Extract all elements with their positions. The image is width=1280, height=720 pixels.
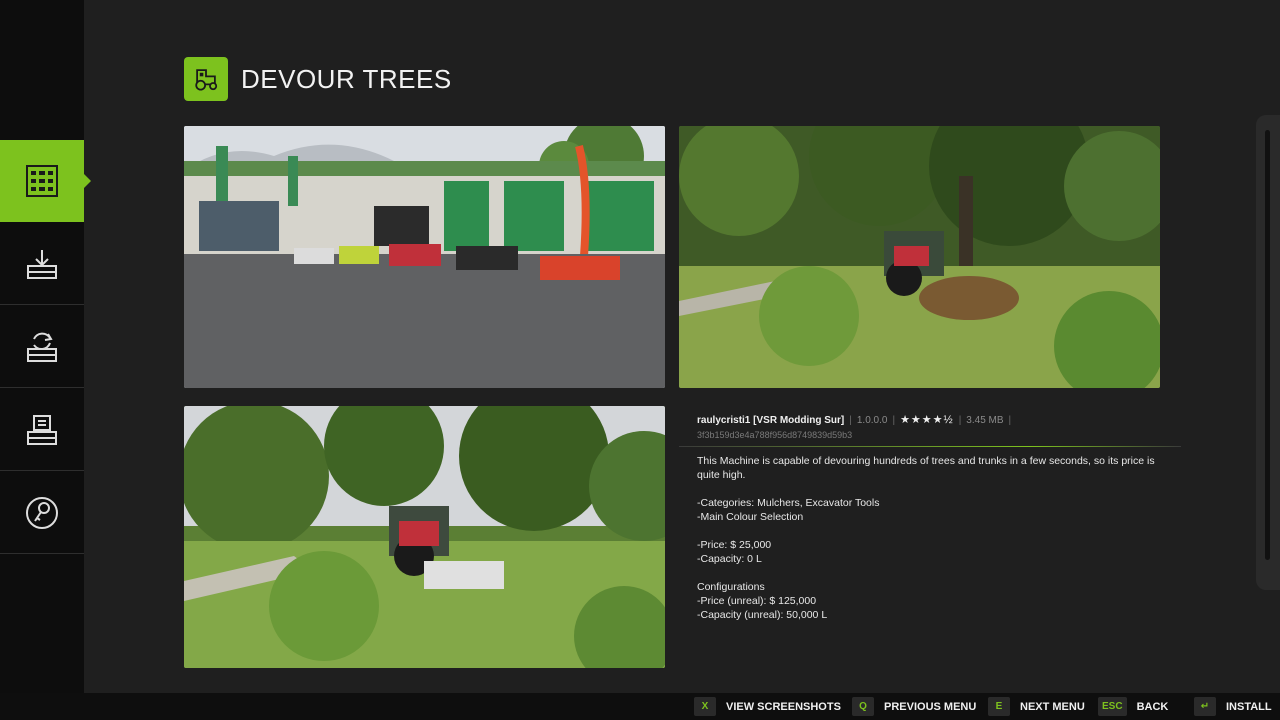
key-icon (26, 496, 58, 529)
enter-key-icon: ↵ (1194, 697, 1216, 716)
separator: | (1008, 415, 1012, 426)
download-icon (27, 249, 57, 279)
view-screenshots-button[interactable]: X VIEW SCREENSHOTS (694, 693, 841, 720)
key-hint: X (694, 697, 716, 716)
tractor-icon (195, 69, 218, 91)
key-hint: Q (852, 697, 874, 716)
update-icon (27, 332, 57, 362)
grid-icon (26, 165, 58, 197)
mod-version: 1.0.0.0 (856, 415, 888, 426)
mod-size: 3.45 MB (966, 415, 1004, 426)
scrollbar-thumb[interactable] (1265, 130, 1270, 560)
screenshot-showroom-image (184, 126, 665, 388)
mod-description: This Machine is capable of devouring hun… (697, 454, 1167, 622)
mod-author: raulycristi1 [VSR Modding Sur] (697, 415, 845, 426)
mod-meta: raulycristi1 [VSR Modding Sur] | 1.0.0.0 | ★… (697, 413, 1016, 426)
next-menu-button[interactable]: E NEXT MENU (988, 693, 1085, 720)
separator: | (892, 415, 896, 426)
description-line: -Capacity (unreal): 50,000 L (697, 609, 828, 621)
sidebar-item-download[interactable] (0, 223, 84, 305)
description-line: -Main Colour Selection (697, 511, 804, 523)
page-title: DEVOUR TREES (241, 64, 452, 94)
description-line: Configurations (697, 581, 765, 593)
hint-label: VIEW SCREENSHOTS (726, 700, 841, 713)
description-line: -Price (unreal): $ 125,000 (697, 595, 817, 607)
key-hint: ESC (1098, 697, 1127, 716)
bottom-bar: X VIEW SCREENSHOTS Q PREVIOUS MENU E NEXT M… (0, 693, 1280, 720)
separator: | (958, 415, 962, 426)
screenshot-forest-image (679, 126, 1160, 388)
hint-label: BACK (1136, 700, 1169, 713)
sidebar-item-updates[interactable] (0, 306, 84, 388)
divider (679, 446, 1181, 447)
sidebar-item-mods[interactable] (0, 140, 91, 222)
description-line: -Price: $ 25,000 (697, 539, 772, 551)
screenshot-1[interactable] (184, 126, 665, 388)
mod-hash: 3f3b159d3e4a788f956d8749839d59b3 (697, 430, 853, 440)
key-hint: E (988, 697, 1010, 716)
separator: | (849, 415, 852, 426)
title-badge (184, 57, 228, 101)
description-line: This Machine is capable of devouring hun… (697, 455, 1155, 481)
description-line: -Capacity: 0 L (697, 553, 762, 565)
back-button[interactable]: ESC BACK (1098, 693, 1168, 720)
hint-label: PREVIOUS MENU (884, 700, 977, 713)
previous-menu-button[interactable]: Q PREVIOUS MENU (852, 693, 976, 720)
hint-label: INSTALL (1226, 700, 1272, 713)
sidebar (0, 0, 91, 693)
screenshot-2[interactable] (679, 126, 1160, 388)
install-button[interactable]: ↵ INSTALL (1194, 693, 1272, 720)
installed-icon (27, 414, 57, 445)
sidebar-item-installed[interactable] (0, 389, 84, 471)
screenshot-mulcher-image (184, 406, 665, 668)
screenshot-3[interactable] (184, 406, 665, 668)
rating-stars: ★★★★½ (900, 414, 954, 426)
hint-label: NEXT MENU (1020, 700, 1085, 713)
sidebar-item-key[interactable] (0, 472, 84, 554)
description-line: -Categories: Mulchers, Excavator Tools (697, 497, 880, 509)
